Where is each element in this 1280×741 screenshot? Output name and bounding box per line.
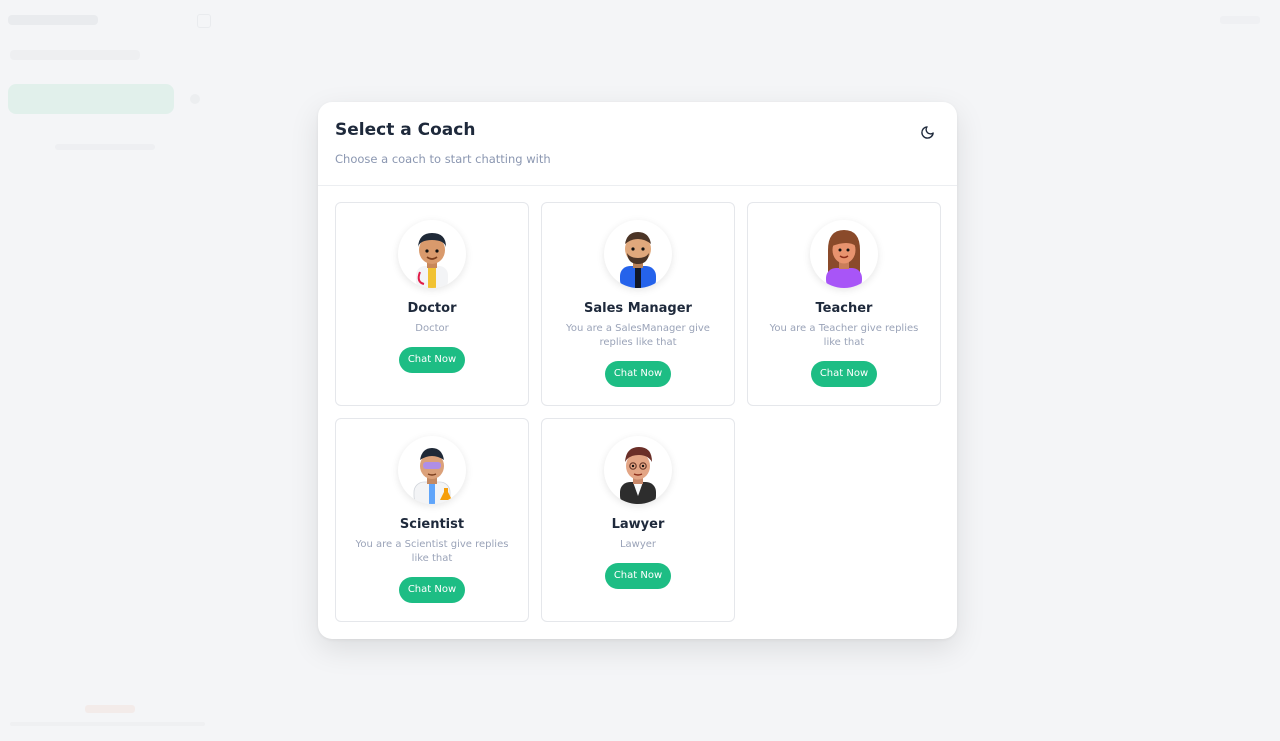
- background-sidebar: [0, 0, 215, 741]
- select-coach-modal: Select a Coach Choose a coach to start c…: [318, 102, 957, 639]
- coach-description: You are a Teacher give replies like that: [769, 323, 919, 348]
- chat-now-button-teacher[interactable]: Chat Now: [811, 361, 877, 387]
- modal-title: Select a Coach: [335, 120, 476, 140]
- background-footer-badge: [85, 705, 135, 713]
- chat-now-button-doctor[interactable]: Chat Now: [399, 347, 465, 373]
- coach-card-teacher: Teacher You are a Teacher give replies l…: [747, 202, 941, 406]
- coach-description: You are a SalesManager give replies like…: [566, 323, 710, 348]
- background-new-chat-button: [8, 84, 174, 114]
- background-logo: [8, 15, 98, 25]
- background-text-line: [55, 144, 155, 150]
- coach-card-sales-manager: Sales Manager You are a SalesManager giv…: [541, 202, 735, 406]
- coach-name: Doctor: [407, 301, 457, 316]
- doctor-avatar-icon: [398, 220, 466, 288]
- coach-description: Doctor: [415, 323, 449, 334]
- modal-header: Select a Coach Choose a coach to start c…: [318, 102, 957, 186]
- moon-icon: [920, 125, 934, 139]
- scientist-avatar-icon: [398, 436, 466, 504]
- coach-card-lawyer: Lawyer Lawyer Chat Now: [541, 418, 735, 622]
- theme-toggle-button[interactable]: [917, 122, 937, 142]
- coach-name: Lawyer: [611, 517, 665, 532]
- coach-name: Scientist: [399, 517, 465, 532]
- lawyer-avatar-icon: [604, 436, 672, 504]
- chat-now-button-scientist[interactable]: Chat Now: [399, 577, 465, 603]
- teacher-avatar-icon: [810, 220, 878, 288]
- chat-now-button-lawyer[interactable]: Chat Now: [605, 563, 671, 589]
- background-top-right: [1220, 16, 1260, 24]
- coach-card-doctor: Doctor Doctor Chat Now: [335, 202, 529, 406]
- coach-card-scientist: Scientist You are a Scientist give repli…: [335, 418, 529, 622]
- sales-manager-avatar-icon: [604, 220, 672, 288]
- coach-name: Teacher: [815, 301, 873, 316]
- background-footer-line: [10, 722, 205, 726]
- background-search: [10, 50, 140, 60]
- modal-subtitle: Choose a coach to start chatting with: [335, 152, 551, 166]
- coach-description: Lawyer: [619, 539, 657, 550]
- chat-now-button-sales-manager[interactable]: Chat Now: [605, 361, 671, 387]
- background-dot: [190, 94, 200, 104]
- background-sidebar-toggle: [197, 14, 211, 28]
- coach-name: Sales Manager: [584, 301, 692, 316]
- coach-description: You are a Scientist give replies like th…: [355, 539, 509, 564]
